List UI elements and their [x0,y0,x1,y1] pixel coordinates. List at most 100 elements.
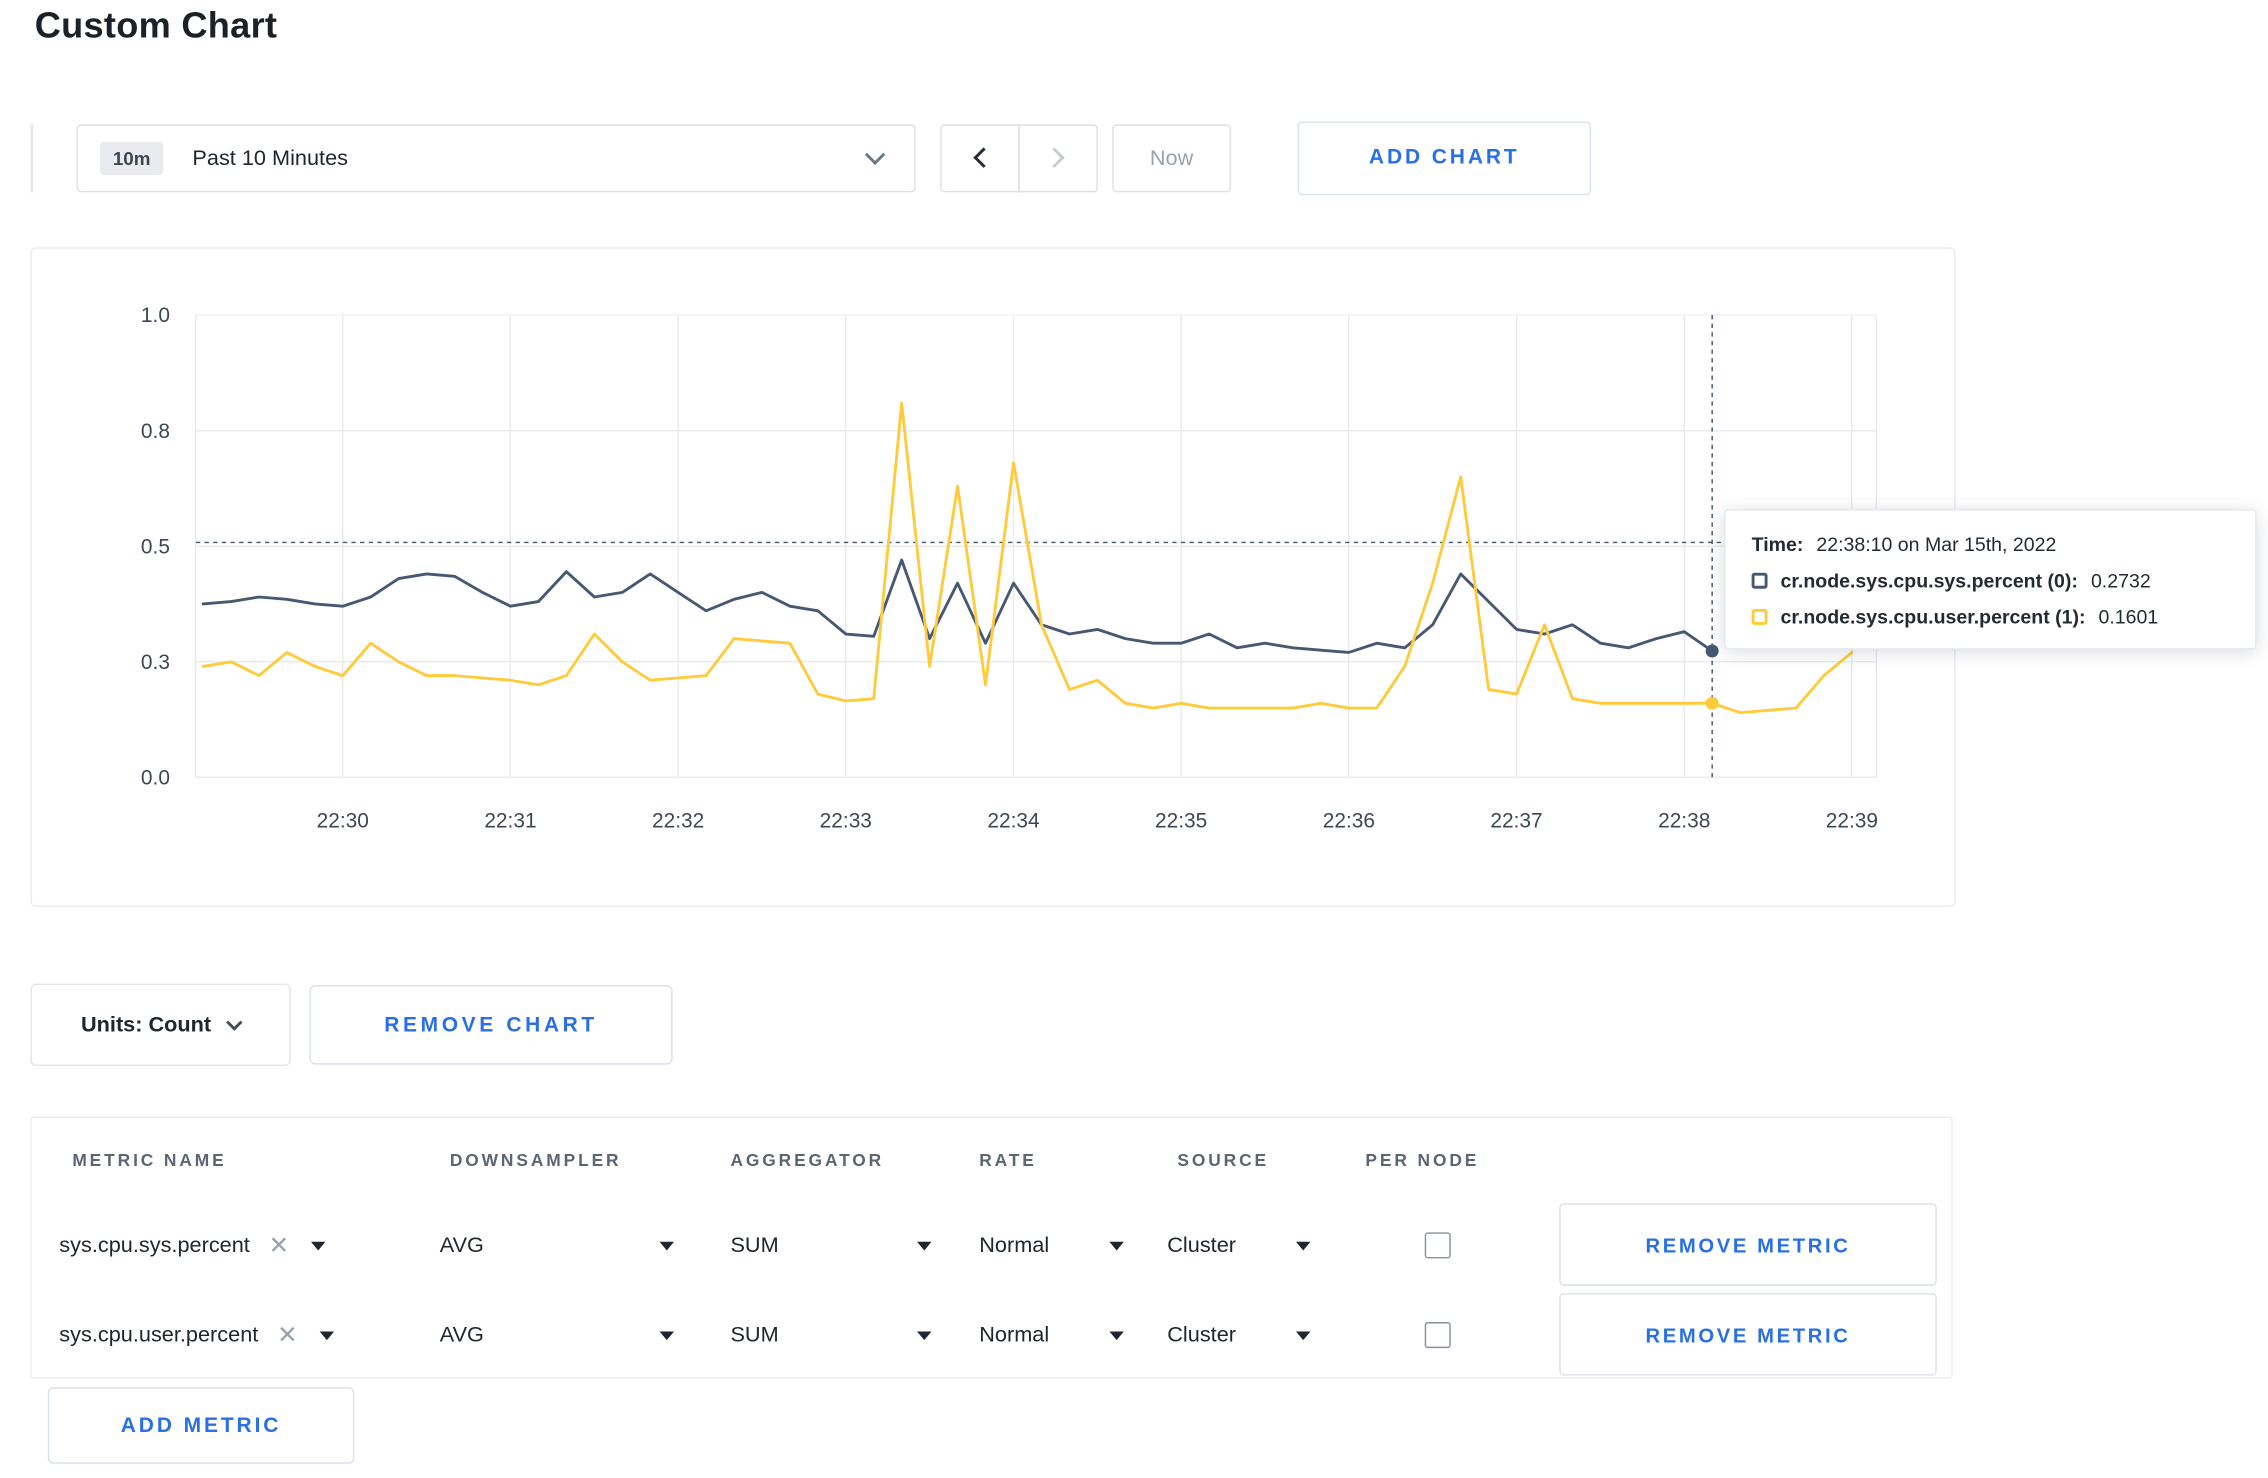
x-tick-label: 22:34 [987,810,1039,833]
source-value: Cluster [1167,1322,1236,1348]
y-tick-label: 1.0 [141,304,170,327]
x-tick-label: 22:32 [652,810,704,833]
units-dropdown[interactable]: Units: Count [30,983,291,1067]
y-tick-label: 0.8 [141,420,170,443]
rate-select[interactable]: Normal [979,1322,1124,1348]
header-source: SOURCE [1177,1149,1270,1170]
chart-tooltip: Time: 22:38:10 on Mar 15th, 2022 cr.node… [1724,509,2257,650]
downsampler-select[interactable]: AVG [439,1233,675,1258]
metric-name-select[interactable]: sys.cpu.user.percent ✕ [59,1322,334,1348]
header-metric-name: METRIC NAME [72,1149,227,1170]
metric-name-select[interactable]: sys.cpu.sys.percent ✕ [59,1233,326,1258]
series-line [201,401,1854,715]
remove-metric-button[interactable]: REMOVE METRIC [1559,1203,1937,1286]
time-range-dropdown[interactable]: 10m Past 10 Minutes [76,123,916,192]
toolbar-divider [30,123,34,192]
now-button[interactable]: Now [1112,123,1231,192]
remove-chart-button[interactable]: REMOVE CHART [309,985,673,1065]
chart-controls: Units: Count REMOVE CHART [30,983,673,1067]
downsampler-value: AVG [439,1233,484,1258]
tooltip-series-name: cr.node.sys.cpu.sys.percent (0): [1780,569,2078,592]
dropdown-caret-icon [917,1241,932,1250]
table-row: sys.cpu.sys.percent ✕ AVG SUM Normal Clu… [32,1201,1951,1291]
toolbar: 10m Past 10 Minutes Now ADD CHART [30,120,1592,195]
source-value: Cluster [1167,1233,1236,1258]
rate-select[interactable]: Normal [979,1233,1124,1258]
tooltip-series-value: 0.1601 [2098,606,2159,628]
tooltip-time-row: Time: 22:38:10 on Mar 15th, 2022 [1752,534,2229,556]
header-aggregator: AGGREGATOR [730,1149,885,1170]
units-label: Units: Count [81,1012,212,1038]
per-node-checkbox[interactable] [1424,1322,1451,1349]
tooltip-series-row: cr.node.sys.cpu.user.percent (1): 0.1601 [1751,606,2229,628]
add-metric-button[interactable]: ADD METRIC [47,1387,355,1464]
series-swatch-user [1751,608,1768,625]
tooltip-series-name: cr.node.sys.cpu.user.percent (1): [1780,606,2086,628]
source-select[interactable]: Cluster [1167,1322,1311,1348]
chevron-down-icon [226,1014,243,1031]
chevron-right-icon [1044,147,1065,168]
y-tick-label: 0.0 [141,766,170,789]
x-tick-label: 22:33 [820,810,872,833]
dropdown-caret-icon [319,1330,334,1340]
series-swatch-sys [1751,572,1768,589]
aggregator-select[interactable]: SUM [730,1322,932,1348]
metric-name-label: sys.cpu.sys.percent [59,1233,250,1258]
metrics-table: METRIC NAME DOWNSAMPLER AGGREGATOR RATE … [30,1116,1953,1380]
crosshair-dot [1705,644,1719,658]
chart-panel: 0.0 0.3 0.5 0.8 1.0 22:30 22:31 22:32 22:33 22:34… [30,247,1956,907]
header-downsampler: DOWNSAMPLER [449,1149,622,1170]
crosshair-dot [1705,696,1719,710]
y-tick-label: 0.3 [141,651,170,674]
chevron-down-icon [864,144,886,165]
dropdown-caret-icon [310,1241,326,1250]
table-row: sys.cpu.user.percent ✕ AVG SUM Normal Cl… [32,1290,1951,1380]
tooltip-time-label: Time: [1751,533,1804,556]
next-range-button[interactable] [1018,123,1098,192]
timeseries-chart[interactable]: 0.0 0.3 0.5 0.8 1.0 22:30 22:31 22:32 22:33 22:34… [32,249,1954,906]
time-nav-group [940,123,1098,192]
metrics-table-header: METRIC NAME DOWNSAMPLER AGGREGATOR RATE … [32,1118,1951,1200]
x-tick-label: 22:37 [1490,810,1542,833]
dropdown-caret-icon [1296,1241,1311,1250]
time-range-badge: 10m [99,141,164,175]
header-rate: RATE [979,1149,1037,1170]
header-per-node: PER NODE [1365,1149,1480,1170]
downsampler-value: AVG [439,1322,484,1348]
dropdown-caret-icon [1109,1241,1124,1250]
add-chart-button[interactable]: ADD CHART [1297,120,1592,195]
aggregator-select[interactable]: SUM [730,1233,932,1258]
dropdown-caret-icon [1109,1330,1124,1340]
dropdown-caret-icon [1296,1330,1311,1340]
x-tick-label: 22:39 [1826,810,1878,833]
x-tick-label: 22:35 [1155,810,1207,833]
rate-value: Normal [979,1233,1050,1258]
rate-value: Normal [979,1322,1050,1348]
remove-metric-button[interactable]: REMOVE METRIC [1559,1293,1937,1376]
per-node-checkbox[interactable] [1424,1232,1451,1259]
x-tick-label: 22:31 [484,810,536,833]
metric-name-label: sys.cpu.user.percent [59,1322,259,1348]
series-line [201,558,1714,654]
aggregator-value: SUM [730,1322,779,1348]
clear-metric-icon[interactable]: ✕ [269,1233,290,1258]
prev-range-button[interactable] [940,123,1020,192]
x-tick-label: 22:38 [1658,810,1710,833]
tooltip-series-row: cr.node.sys.cpu.sys.percent (0): 0.2732 [1751,569,2229,592]
x-tick-label: 22:30 [317,810,369,833]
time-range-label: Past 10 Minutes [192,145,349,170]
y-tick-label: 0.5 [141,535,170,558]
x-tick-label: 22:36 [1323,810,1375,833]
chevron-left-icon [973,147,994,168]
clear-metric-icon[interactable]: ✕ [277,1323,298,1348]
page-title: Custom Chart [34,5,278,47]
dropdown-caret-icon [659,1241,675,1250]
aggregator-value: SUM [730,1233,779,1258]
page: Custom Chart 10m Past 10 Minutes Now ADD… [0,0,2268,1478]
tooltip-time-value: 22:38:10 on Mar 15th, 2022 [1816,533,2057,556]
dropdown-caret-icon [659,1330,675,1340]
source-select[interactable]: Cluster [1167,1233,1311,1258]
tooltip-series-value: 0.2732 [2090,569,2151,592]
downsampler-select[interactable]: AVG [439,1322,675,1348]
dropdown-caret-icon [917,1330,932,1340]
